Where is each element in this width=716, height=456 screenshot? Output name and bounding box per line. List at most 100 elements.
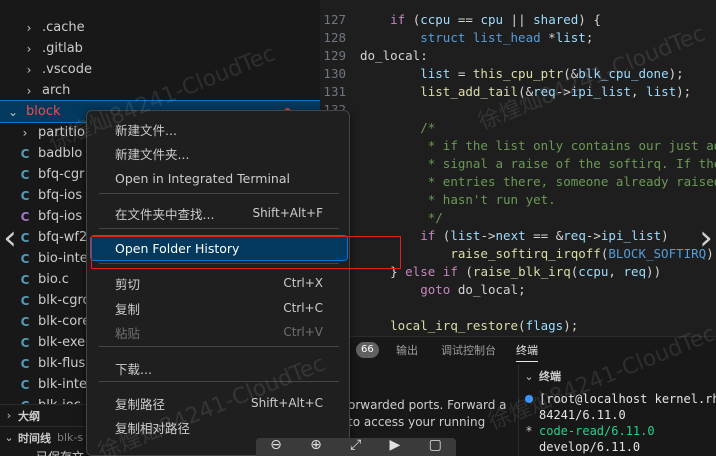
code-text: local_irq_restore(flags); [390, 318, 579, 333]
menu-item-label: Open in Integrated Terminal [115, 170, 290, 186]
c-file-icon: C [20, 356, 30, 371]
line-number: 127 [323, 12, 346, 27]
explorer-item[interactable]: › .vscode [0, 59, 350, 80]
menu-separator [99, 193, 339, 194]
chevron-left-icon[interactable]: ‹ [0, 218, 20, 258]
code-text: if (list->next == &req->ipi_list) [420, 228, 669, 243]
menu-item[interactable]: 新建文件夹... [91, 141, 347, 165]
menu-item[interactable]: 新建文件... [91, 117, 347, 141]
code-text: list = this_cpu_ptr(&blk_cpu_done); [420, 66, 684, 81]
code-text: if (ccpu == cpu || shared) { [390, 12, 601, 27]
code-line[interactable]: 127 if (ccpu == cpu || shared) { [320, 11, 716, 29]
code-line[interactable]: local_irq_restore(flags); [320, 317, 716, 335]
chevron-right-icon: › [22, 125, 28, 140]
play-icon[interactable]: ▶ [390, 438, 401, 452]
fullscreen-icon[interactable]: ⤢ [350, 438, 361, 452]
code-line[interactable]: } else if (raise_blk_irq(ccpu, req)) [320, 263, 716, 281]
section-subtitle: blk-s [57, 431, 84, 444]
chevron-right-icon: › [26, 62, 32, 77]
code-line[interactable]: 128 struct list_head *list; [320, 29, 716, 47]
code-line[interactable]: * entries there, someone already raised [320, 173, 716, 191]
code-line[interactable]: 132 [320, 101, 716, 119]
menu-item[interactable]: 复制相对路径 [91, 415, 347, 439]
c-file-icon: C [20, 314, 30, 329]
code-text: goto do_local; [420, 282, 526, 297]
menu-item-label: 剪切 [115, 276, 141, 292]
chevron-down-icon: ⌄ [524, 369, 534, 383]
chevron-right-icon[interactable]: › [696, 218, 716, 258]
c-file-icon: C [20, 230, 30, 245]
zoom-out-icon[interactable]: ⊖ [270, 438, 282, 452]
code-text: } else if (raise_blk_irq(ccpu, req)) [360, 264, 662, 279]
terminal-entry-text: code-read/6.11.0 [539, 424, 655, 438]
menu-item[interactable]: 复制路径 Shift+Alt+C [91, 391, 347, 415]
terminal-list-header[interactable]: ⌄ 终端 [519, 365, 716, 387]
code-line[interactable]: /* [320, 119, 716, 137]
chevron-right-icon: › [6, 409, 12, 422]
code-line[interactable]: * if the list only contains our just add… [320, 137, 716, 155]
menu-item-shortcut: Shift+Alt+C [250, 396, 323, 410]
terminal-entry[interactable]: * code-read/6.11.0 [519, 423, 655, 439]
window-icon[interactable]: ▢ [429, 438, 442, 452]
panel-tabs: 66 输出 调试控制台 终端 [320, 337, 716, 363]
problems-count-badge: 66 [356, 342, 379, 358]
code-line[interactable]: if (list->next == &req->ipi_list) [320, 227, 716, 245]
explorer-item[interactable]: › .cache [0, 17, 350, 38]
menu-item[interactable]: 粘贴 Ctrl+V [91, 320, 347, 344]
zoom-in-icon[interactable]: ⊕ [310, 438, 322, 452]
explorer-item-label: arch [42, 83, 71, 98]
menu-item-shortcut: Ctrl+C [283, 301, 323, 315]
explorer-item[interactable]: › arch [0, 80, 350, 101]
chevron-down-icon: ⌄ [4, 431, 14, 444]
menu-item[interactable]: 在文件夹中查找... Shift+Alt+F [91, 201, 347, 225]
code-text: list_add_tail(&req->ipi_list, list); [420, 84, 692, 99]
c-file-icon: C [20, 167, 30, 182]
menu-item[interactable]: 剪切 Ctrl+X [91, 271, 347, 295]
code-line[interactable]: 129 do_local: [320, 47, 716, 65]
tab-debug-console[interactable]: 调试控制台 [441, 342, 496, 358]
terminal-entry[interactable]: [root@localhost kernel.rh8 [519, 391, 716, 407]
code-text: */ [420, 210, 443, 225]
code-line[interactable]: 131 list_add_tail(&req->ipi_list, list); [320, 83, 716, 101]
menu-item[interactable]: Open in Integrated Terminal [91, 166, 347, 190]
image-viewer-toolbar: ⊖ ⊕ ⤢ ▶ ▢ [256, 438, 456, 456]
timeline-entry[interactable]: 已保存文 [36, 448, 84, 456]
code-text: /* [420, 120, 436, 135]
code-line[interactable]: 130 list = this_cpu_ptr(&blk_cpu_done); [320, 65, 716, 83]
line-number: 131 [323, 84, 346, 99]
menu-item-label: 复制相对路径 [115, 420, 191, 436]
c-file-icon: C [20, 335, 30, 350]
explorer-item[interactable]: › .gitlab [0, 38, 350, 59]
menu-separator [99, 381, 339, 382]
tab-output[interactable]: 输出 [396, 342, 418, 358]
tab-terminal[interactable]: 终端 [516, 342, 538, 362]
terminal-entry[interactable]: develop/6.11.0 [519, 439, 640, 455]
chevron-down-icon: ⌄ [7, 104, 19, 119]
terminal-entry-text: 84241/6.11.0 [539, 408, 626, 422]
menu-item-shortcut: Ctrl+X [283, 276, 323, 290]
code-editor[interactable]: 127 if (ccpu == cpu || shared) {128 stru… [320, 0, 716, 336]
explorer-item-label: .vscode [42, 62, 92, 77]
terminal-entry[interactable]: 84241/6.11.0 [519, 407, 626, 423]
c-file-icon: C [20, 272, 30, 287]
code-line[interactable]: goto do_local; [320, 281, 716, 299]
code-line[interactable] [320, 299, 716, 317]
explorer-item-label: blk-flus [38, 356, 86, 371]
c-header-file-icon: C [20, 209, 30, 224]
menu-item[interactable]: 下载... [91, 356, 347, 380]
code-line[interactable]: * hasn't run yet. [320, 191, 716, 209]
menu-item-shortcut: Shift+Alt+F [252, 206, 323, 220]
menu-item[interactable]: Open Folder History [90, 235, 348, 261]
code-line[interactable]: */ [320, 209, 716, 227]
explorer-item-label: block [26, 104, 61, 119]
chevron-right-icon: › [26, 83, 32, 98]
code-text: * signal a raise of the softirq. If ther… [420, 156, 716, 171]
menu-item-label: 下载... [115, 361, 152, 377]
explorer-item-label: bio.c [38, 272, 69, 287]
menu-item[interactable]: 复制 Ctrl+C [91, 296, 347, 320]
code-line[interactable]: * signal a raise of the softirq. If ther… [320, 155, 716, 173]
ports-message-text: orwarded ports. Forward a to access your … [348, 398, 507, 429]
code-text: do_local: [360, 48, 428, 63]
code-line[interactable]: raise_softirq_irqoff(BLOCK_SOFTIRQ); [320, 245, 716, 263]
menu-item-label: 新建文件夹... [115, 146, 190, 162]
